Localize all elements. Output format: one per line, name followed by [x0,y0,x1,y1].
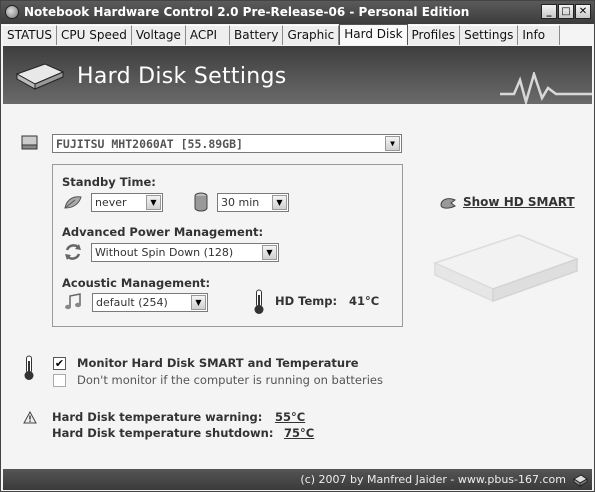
monitor-smart-checkbox[interactable]: ✔ [53,357,66,370]
show-hd-smart-link[interactable]: Show HD SMART [463,195,575,209]
drive-select[interactable]: FUJITSU MHT2060AT [55.89GB] ▼ [52,134,402,153]
thermometer-icon [24,355,34,380]
temp-shutdown-label: Hard Disk temperature shutdown: [52,426,274,440]
acoustic-label: Acoustic Management: [62,276,211,290]
tab-acpi[interactable]: ACPI [185,25,231,45]
resize-grip-icon[interactable] [572,471,588,487]
drive-select-value: FUJITSU MHT2060AT [55.89GB] [56,137,243,151]
hard-drive-icon [21,135,38,150]
title-bar[interactable]: Notebook Hardware Control 2.0 Pre-Releas… [1,1,594,24]
window-title: Notebook Hardware Control 2.0 Pre-Releas… [24,5,470,19]
tab-cpu-speed[interactable]: CPU Speed [57,25,132,45]
battery-monitor-label: Don't monitor if the computer is running… [77,373,383,387]
standby-time-select[interactable]: 30 min ▼ [217,193,289,212]
temp-shutdown-value[interactable]: 75°C [284,426,314,440]
apm-select-value: Without Spin Down (128) [95,246,234,259]
chevron-down-icon[interactable]: ▼ [262,245,277,260]
warning-icon [23,411,37,424]
heartbeat-graphic [500,72,592,104]
apm-select[interactable]: Without Spin Down (128) ▼ [91,243,279,262]
battery-monitor-checkbox[interactable] [53,374,66,387]
acoustic-select-value: default (254) [96,296,168,309]
tab-status[interactable]: STATUS [3,25,58,45]
page-title: Hard Disk Settings [77,64,287,89]
standby-time-value: 30 min [221,196,260,209]
app-icon [5,5,19,19]
music-note-icon [65,293,81,310]
power-cycle-icon [65,244,81,260]
apm-label: Advanced Power Management: [62,225,264,239]
chevron-down-icon[interactable]: ▼ [272,195,287,210]
tab-info[interactable]: Info [518,25,561,45]
hd-temp-label: HD Temp: [275,294,338,308]
maximize-button[interactable]: □ [558,4,574,19]
standby-mode-value: never [95,196,127,209]
tab-voltage[interactable]: Voltage [131,25,186,45]
hd-temp-value: 41°C [349,294,380,308]
temp-warning-value[interactable]: 55°C [275,410,305,424]
thermometer-icon [254,289,264,314]
tab-graphic[interactable]: Graphic [283,25,340,45]
tab-profiles[interactable]: Profiles [407,25,461,45]
temp-warning-label: Hard Disk temperature warning: [52,410,263,424]
tab-battery[interactable]: Battery [230,25,284,45]
standby-mode-select[interactable]: never ▼ [91,193,163,212]
close-button[interactable]: ✕ [575,4,591,19]
hard-drive-icon [15,63,65,90]
app-window: Notebook Hardware Control 2.0 Pre-Releas… [0,0,595,492]
monitor-smart-label: Monitor Hard Disk SMART and Temperature [77,356,359,370]
chevron-down-icon[interactable]: ▼ [191,295,206,310]
tab-hard-disk[interactable]: Hard Disk [339,24,408,45]
standby-time-label: Standby Time: [62,175,156,189]
hard-disk-illustration [432,234,580,303]
chevron-down-icon[interactable]: ▼ [385,136,400,151]
cylinder-icon [194,192,208,212]
smart-icon [440,198,456,209]
minimize-button[interactable]: _ [541,4,557,19]
leaf-icon [64,196,82,209]
chevron-down-icon[interactable]: ▼ [146,195,161,210]
tab-settings[interactable]: Settings [460,25,519,45]
status-bar: (c) 2007 by Manfred Jaider - www.pbus-16… [3,469,592,490]
tab-bar: STATUS CPU Speed Voltage ACPI Battery Gr… [3,24,561,45]
page-header: Hard Disk Settings [3,46,592,104]
acoustic-select[interactable]: default (254) ▼ [92,293,208,312]
copyright-text: (c) 2007 by Manfred Jaider - www.pbus-16… [300,473,566,486]
